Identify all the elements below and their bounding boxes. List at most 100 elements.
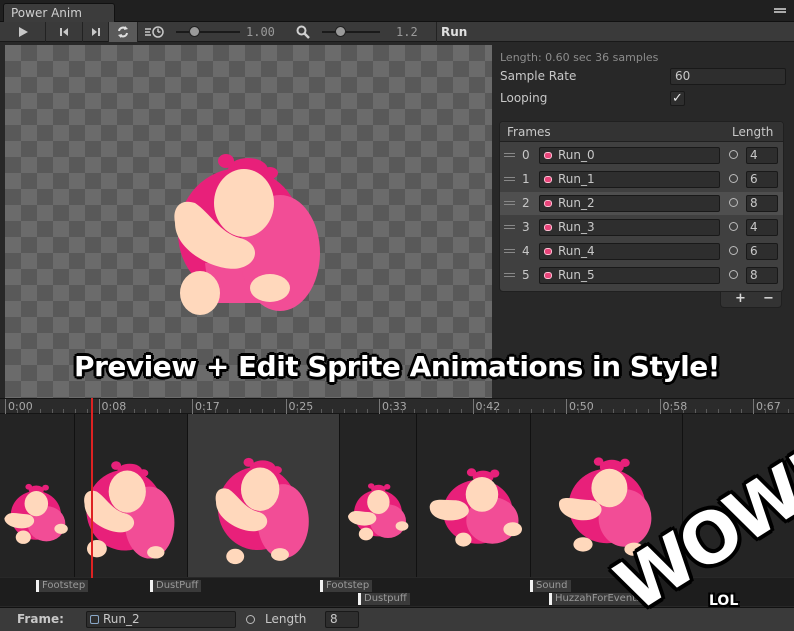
frames-list-header: Frames Length: [500, 122, 783, 142]
clock-icon: [729, 222, 738, 231]
ruler-minor-tick: [343, 409, 345, 413]
ruler-minor-tick: [16, 409, 18, 413]
timeline-frame-3[interactable]: [340, 414, 417, 577]
speed-slider-thumb[interactable]: [189, 26, 200, 37]
speed-icon-wrap: [140, 22, 170, 42]
frame-length-field[interactable]: 6: [746, 171, 778, 188]
length-field[interactable]: 8: [325, 611, 359, 628]
frame-sprite-name: Run_4: [558, 244, 595, 258]
frame-index: 2: [522, 196, 530, 210]
frame-sprite-field[interactable]: Run_5: [539, 267, 720, 284]
ruler-minor-tick: [612, 409, 614, 413]
ruler-tick: [379, 399, 380, 414]
frame-index: 1: [522, 172, 530, 186]
step-forward-button[interactable]: [83, 22, 109, 42]
frame-row[interactable]: 2 Run_2 8: [500, 192, 783, 215]
drag-handle-icon[interactable]: [504, 249, 515, 255]
frame-row[interactable]: 0 Run_0 4: [500, 144, 783, 167]
timeline-sprite-4: [429, 468, 522, 547]
frame-row[interactable]: 4 Run_4 6: [500, 240, 783, 263]
sprite-preview[interactable]: [5, 45, 492, 398]
timeline-sprite-0: [4, 483, 68, 544]
play-button[interactable]: [0, 22, 46, 42]
frame-length-field[interactable]: 6: [746, 243, 778, 260]
frame-length-field[interactable]: 8: [746, 267, 778, 284]
step-back-button[interactable]: [46, 22, 83, 42]
toolbar-divider: [436, 22, 437, 42]
frame-sprite-field[interactable]: Run_3: [539, 219, 720, 236]
frame-sprite-field[interactable]: Run_0: [539, 147, 720, 164]
drag-handle-icon[interactable]: [504, 273, 515, 279]
frame-sprite-name: Run_5: [558, 268, 595, 282]
remove-frame-button[interactable]: −: [763, 291, 774, 306]
frame-sprite-field[interactable]: Run_2: [86, 611, 236, 628]
event-footstep[interactable]: Footstep: [320, 580, 373, 592]
clock-icon: [729, 174, 738, 183]
ruler-minor-tick: [367, 409, 369, 413]
step-forward-icon: [91, 28, 100, 36]
frame-index: 4: [522, 244, 530, 258]
frame-length-field[interactable]: 8: [746, 195, 778, 212]
timeline-frame-4[interactable]: [417, 414, 531, 577]
zoom-slider-thumb[interactable]: [335, 26, 346, 37]
timeline-sprite-3: [348, 483, 409, 541]
frame-sprite-name: Run_3: [558, 220, 595, 234]
ruler-minor-tick: [577, 409, 579, 413]
ruler-tick: [659, 399, 661, 414]
drag-handle-icon[interactable]: [504, 201, 515, 207]
ruler-minor-tick: [636, 409, 638, 413]
timeline-frame-2[interactable]: [188, 414, 340, 577]
timeline-ruler[interactable]: 0:00 0:08 0:17 0:25 0:33 0:42 0:50 0:58 0:67: [0, 398, 794, 414]
timeline-sprite-2: [215, 457, 309, 565]
frame-sprite-field[interactable]: Run_2: [539, 195, 720, 212]
looping-checkbox[interactable]: ✓: [670, 91, 685, 106]
sample-rate-label: Sample Rate: [500, 69, 577, 83]
frame-length-field[interactable]: 4: [746, 219, 778, 236]
ruler-minor-tick: [624, 409, 626, 413]
loop-toggle[interactable]: [109, 22, 138, 42]
event-dustpuff[interactable]: Dustpuff: [358, 593, 410, 605]
event-sound[interactable]: Sound: [530, 580, 571, 592]
frame-row[interactable]: 3 Run_3 4: [500, 216, 783, 239]
frame-sprite-name: Run_0: [558, 148, 595, 162]
ruler-minor-tick: [706, 409, 708, 413]
frame-sprite-field[interactable]: Run_1: [539, 171, 720, 188]
looping-label: Looping: [500, 91, 548, 105]
ruler-minor-tick: [554, 409, 556, 413]
ruler-minor-tick: [227, 409, 229, 413]
zoom-slider[interactable]: [322, 26, 380, 37]
animation-name[interactable]: Run: [441, 25, 467, 39]
sample-rate-field[interactable]: 60: [670, 68, 786, 85]
frame-length-field[interactable]: 4: [746, 147, 778, 164]
add-frame-button[interactable]: +: [735, 291, 746, 306]
ruler-minor-tick: [671, 409, 673, 413]
ruler-minor-tick: [601, 409, 603, 413]
frames-list: Frames Length 0 Run_0 4 1 Run_1 6 2 Run_2 8 3 Run_…: [499, 121, 784, 292]
frame-sprite-field[interactable]: Run_4: [539, 243, 720, 260]
ruler-minor-tick: [273, 409, 275, 413]
power-anim-window: Power Anim 1.00 1.2 Run Length: 0.60 sec…: [0, 0, 794, 631]
ruler-minor-tick: [788, 409, 790, 413]
timeline-frame-0[interactable]: [0, 414, 75, 577]
tab-power-anim[interactable]: Power Anim: [3, 3, 115, 22]
drag-handle-icon[interactable]: [504, 153, 515, 159]
ruler-minor-tick: [156, 409, 158, 413]
frame-row[interactable]: 5 Run_5 8: [500, 264, 783, 287]
step-back-icon: [60, 28, 68, 36]
length-header-label: Length: [732, 125, 774, 139]
window-menu-icon[interactable]: [774, 8, 786, 16]
tab-bar: Power Anim: [0, 0, 794, 22]
animation-info: Length: 0.60 sec 36 samples: [500, 51, 659, 64]
playhead[interactable]: [91, 398, 93, 578]
ruler-minor-tick: [507, 409, 509, 413]
ruler-minor-tick: [390, 409, 392, 413]
drag-handle-icon[interactable]: [504, 177, 515, 183]
event-dustpuff[interactable]: DustPuff: [150, 580, 202, 592]
ruler-minor-tick: [694, 409, 696, 413]
sprite-icon: [544, 224, 552, 231]
speed-slider[interactable]: [176, 26, 240, 37]
frame-row[interactable]: 1 Run_1 6: [500, 168, 783, 191]
drag-handle-icon[interactable]: [504, 225, 515, 231]
ruler-minor-tick: [40, 409, 42, 413]
event-footstep[interactable]: Footstep: [36, 580, 89, 592]
